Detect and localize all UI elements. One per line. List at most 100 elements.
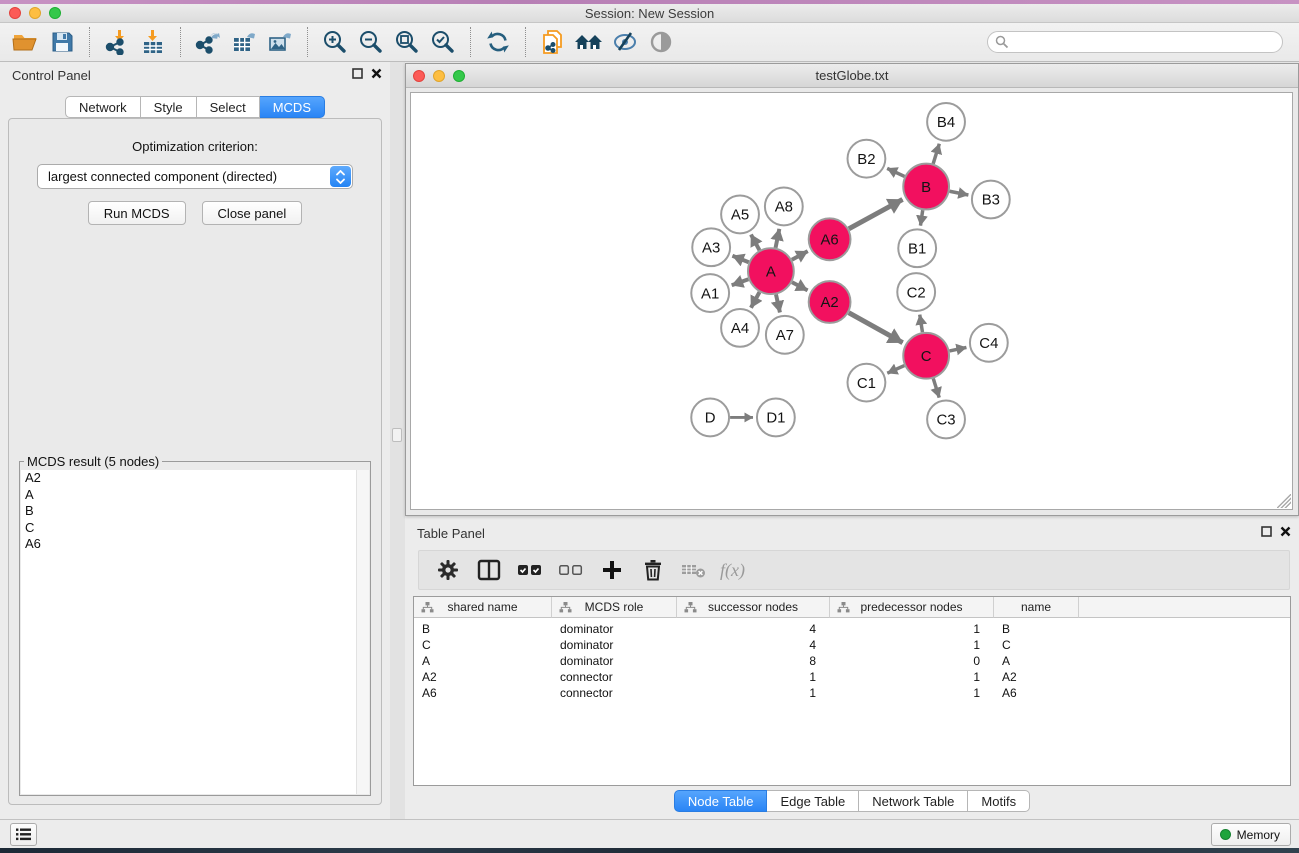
table-body: B dominator 4 1 B C dominator 4 1 C A	[414, 621, 1290, 701]
graph-edge-A-A3[interactable]	[732, 256, 748, 263]
list-item[interactable]: B	[21, 503, 369, 520]
toggle-graphics-details-icon[interactable]	[607, 25, 643, 59]
mcds-result-list[interactable]: A2 A B C A6	[21, 470, 369, 794]
splitter-grip[interactable]	[392, 428, 402, 442]
list-item[interactable]: A2	[21, 470, 369, 487]
export-network-icon[interactable]	[190, 25, 226, 59]
graph-edge-B-B1[interactable]	[920, 210, 922, 225]
tab-network[interactable]: Network	[65, 96, 141, 118]
zoom-selected-icon[interactable]	[425, 25, 461, 59]
graph-node-label-B1: B1	[908, 240, 926, 257]
function-builder-icon[interactable]: f(x)	[716, 554, 753, 586]
graph-edge-C-C1[interactable]	[887, 366, 904, 374]
column-header-mcds-role[interactable]: MCDS role	[552, 597, 677, 618]
show-columns-icon[interactable]	[470, 554, 507, 586]
float-panel-icon[interactable]	[1261, 526, 1272, 537]
float-panel-icon[interactable]	[352, 68, 363, 79]
add-column-icon[interactable]	[593, 554, 630, 586]
table-row[interactable]: A dominator 8 0 A	[414, 653, 1290, 669]
criterion-select-value: largest connected component (directed)	[48, 169, 277, 184]
graph-edge-A2-C[interactable]	[849, 313, 903, 343]
graph-edge-B-B4[interactable]	[933, 144, 939, 164]
graph-edge-A-A7[interactable]	[776, 294, 780, 312]
tab-select[interactable]: Select	[197, 96, 260, 118]
save-session-icon[interactable]	[44, 25, 80, 59]
close-panel-icon[interactable]	[1280, 526, 1291, 537]
search-icon	[995, 35, 1009, 49]
tab-motifs[interactable]: Motifs	[968, 790, 1030, 812]
export-table-icon[interactable]	[226, 25, 262, 59]
graph-edge-B-B2[interactable]	[887, 168, 904, 176]
scrollbar[interactable]	[356, 470, 369, 794]
graph-edge-A-A4[interactable]	[751, 292, 760, 308]
table-settings-icon[interactable]	[429, 554, 466, 586]
list-item[interactable]: A6	[21, 536, 369, 553]
table-row[interactable]: B dominator 4 1 B	[414, 621, 1290, 637]
criterion-select[interactable]: largest connected component (directed)	[37, 164, 353, 189]
graph-edge-A-A2[interactable]	[792, 282, 808, 290]
graph-node-label-A7: A7	[776, 327, 794, 344]
mcds-tab-content: Optimization criterion: largest connecte…	[8, 118, 382, 805]
tab-style[interactable]: Style	[141, 96, 197, 118]
control-panel: Control Panel Network Style Select MCDS …	[0, 62, 390, 819]
node-table[interactable]: shared name MCDS role successor nodes pr…	[413, 596, 1291, 786]
network-graph[interactable]: B4B2BB3A8A5A6A3B1AC2A1A2A4A7C4CC1DD1C3	[411, 93, 1292, 509]
eye-icon[interactable]	[643, 25, 679, 59]
table-row[interactable]: A6 connector 1 1 A6	[414, 685, 1290, 701]
window-resize-grip[interactable]	[1277, 494, 1291, 508]
session-title: Session: New Session	[0, 6, 1299, 21]
deselect-all-icon[interactable]	[552, 554, 589, 586]
export-image-icon[interactable]	[262, 25, 298, 59]
memory-status-icon	[1220, 829, 1231, 840]
table-row[interactable]: A2 connector 1 1 A2	[414, 669, 1290, 685]
import-network-icon[interactable]	[99, 25, 135, 59]
graph-edge-A6-B[interactable]	[849, 199, 903, 228]
list-item[interactable]: A	[21, 487, 369, 504]
attribute-type-icon	[837, 601, 850, 614]
column-header-predecessor-nodes[interactable]: predecessor nodes	[830, 597, 994, 618]
graph-edge-A-A8[interactable]	[776, 229, 780, 248]
list-item[interactable]: C	[21, 520, 369, 537]
table-row[interactable]: C dominator 4 1 C	[414, 637, 1290, 653]
zoom-in-icon[interactable]	[317, 25, 353, 59]
network-canvas[interactable]: B4B2BB3A8A5A6A3B1AC2A1A2A4A7C4CC1DD1C3	[410, 92, 1293, 510]
column-header-shared-name[interactable]: shared name	[414, 597, 552, 618]
graph-edge-B-B3[interactable]	[950, 191, 969, 195]
tab-network-table[interactable]: Network Table	[859, 790, 968, 812]
run-mcds-button[interactable]: Run MCDS	[88, 201, 186, 225]
attribute-type-icon	[684, 601, 697, 614]
close-panel-icon[interactable]	[371, 68, 382, 79]
graph-node-label-C3: C3	[937, 412, 956, 429]
delete-table-icon[interactable]	[675, 554, 712, 586]
clone-network-icon[interactable]	[535, 25, 571, 59]
graph-edge-C-C2[interactable]	[920, 315, 923, 332]
column-header-successor-nodes[interactable]: successor nodes	[677, 597, 830, 618]
import-table-icon[interactable]	[135, 25, 171, 59]
optimization-criterion-label: Optimization criterion:	[9, 139, 381, 154]
graph-node-label-A5: A5	[731, 207, 749, 224]
home-icon[interactable]	[571, 25, 607, 59]
tab-edge-table[interactable]: Edge Table	[767, 790, 859, 812]
zoom-fit-icon[interactable]	[389, 25, 425, 59]
graph-edge-A-A6[interactable]	[792, 251, 808, 260]
zoom-out-icon[interactable]	[353, 25, 389, 59]
graph-edge-A-A5[interactable]	[751, 235, 760, 251]
graph-edge-A-A1[interactable]	[732, 279, 749, 285]
search-input[interactable]	[987, 31, 1283, 53]
close-panel-button[interactable]: Close panel	[202, 201, 303, 225]
task-history-button[interactable]	[10, 823, 37, 846]
tab-mcds[interactable]: MCDS	[260, 96, 325, 118]
graph-node-label-C: C	[921, 348, 932, 365]
memory-button[interactable]: Memory	[1211, 823, 1291, 846]
delete-column-icon[interactable]	[634, 554, 671, 586]
panel-splitter[interactable]	[390, 62, 405, 819]
refresh-icon[interactable]	[480, 25, 516, 59]
column-header-name[interactable]: name	[994, 597, 1079, 618]
open-session-icon[interactable]	[8, 25, 44, 59]
select-all-icon[interactable]	[511, 554, 548, 586]
tab-node-table[interactable]: Node Table	[674, 790, 768, 812]
graph-edge-C-C4[interactable]	[950, 347, 967, 350]
table-tabs: Node Table Edge Table Network Table Moti…	[405, 790, 1299, 812]
graph-edge-C-C3[interactable]	[933, 379, 939, 398]
attribute-type-icon	[421, 601, 434, 614]
